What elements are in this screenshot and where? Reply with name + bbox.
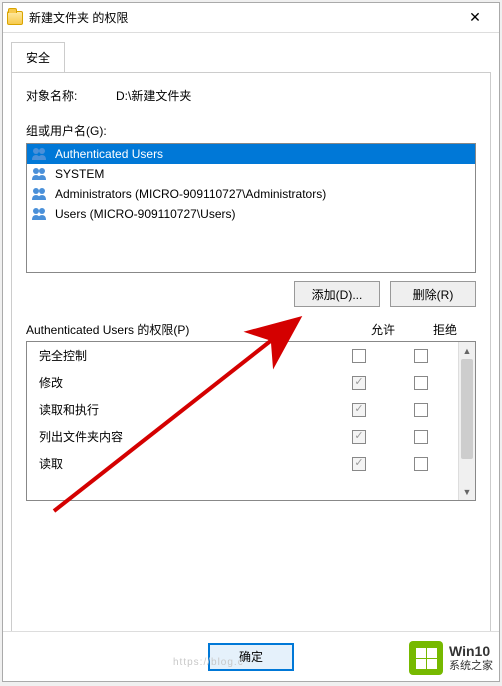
object-name-value: D:\新建文件夹 <box>116 87 191 104</box>
permissions-list: 完全控制修改读取和执行列出文件夹内容读取 ▲ ▼ <box>26 341 476 501</box>
users-icon <box>31 147 49 161</box>
permission-name: 列出文件夹内容 <box>39 428 328 445</box>
watermark-text: Win10 系统之家 <box>449 643 493 673</box>
allow-checkbox <box>352 430 366 444</box>
column-deny: 拒绝 <box>414 321 476 338</box>
users-icon <box>31 207 49 221</box>
list-item[interactable]: Administrators (MICRO-909110727\Administ… <box>27 184 475 204</box>
tab-security[interactable]: 安全 <box>11 42 65 73</box>
deny-checkbox[interactable] <box>414 430 428 444</box>
close-icon: ✕ <box>469 9 481 26</box>
deny-checkbox[interactable] <box>414 457 428 471</box>
scroll-up-icon[interactable]: ▲ <box>459 342 475 359</box>
deny-checkbox[interactable] <box>414 349 428 363</box>
security-panel: 对象名称: D:\新建文件夹 组或用户名(G): Authenticated U… <box>11 72 491 632</box>
watermark-logo-icon <box>409 641 443 675</box>
allow-checkbox[interactable] <box>352 349 366 363</box>
list-item-label: Authenticated Users <box>55 147 163 161</box>
permission-name: 修改 <box>39 374 328 391</box>
permissions-header: Authenticated Users 的权限(P) <box>26 321 352 338</box>
close-button[interactable]: ✕ <box>455 4 495 32</box>
allow-checkbox <box>352 403 366 417</box>
permission-row: 列出文件夹内容 <box>27 423 458 450</box>
scroll-thumb[interactable] <box>461 359 473 459</box>
list-item-label: SYSTEM <box>55 167 104 181</box>
column-allow: 允许 <box>352 321 414 338</box>
list-item[interactable]: SYSTEM <box>27 164 475 184</box>
permission-name: 完全控制 <box>39 347 328 364</box>
permission-row: 读取 <box>27 450 458 477</box>
permission-row: 修改 <box>27 369 458 396</box>
permission-row: 读取和执行 <box>27 396 458 423</box>
object-name-label: 对象名称: <box>26 87 116 104</box>
list-item-label: Administrators (MICRO-909110727\Administ… <box>55 187 326 201</box>
allow-checkbox <box>352 457 366 471</box>
folder-icon <box>7 11 23 25</box>
permission-row: 完全控制 <box>27 342 458 369</box>
watermark-line1: Win10 <box>449 643 493 660</box>
scrollbar[interactable]: ▲ ▼ <box>458 342 475 500</box>
scroll-down-icon[interactable]: ▼ <box>459 483 475 500</box>
groups-listbox[interactable]: Authenticated Users SYSTEM Administrators … <box>26 143 476 273</box>
list-item[interactable]: Authenticated Users <box>27 144 475 164</box>
tab-strip: 安全 <box>3 33 499 72</box>
list-item[interactable]: Users (MICRO-909110727\Users) <box>27 204 475 224</box>
watermark-url: https://blog.c <box>173 657 244 668</box>
users-icon <box>31 187 49 201</box>
window-title: 新建文件夹 的权限 <box>29 9 455 26</box>
watermark-line2: 系统之家 <box>449 660 493 673</box>
titlebar: 新建文件夹 的权限 ✕ <box>3 3 499 33</box>
list-item-label: Users (MICRO-909110727\Users) <box>55 207 236 221</box>
deny-checkbox[interactable] <box>414 403 428 417</box>
add-button[interactable]: 添加(D)... <box>294 281 380 307</box>
permission-name: 读取和执行 <box>39 401 328 418</box>
watermark: Win10 系统之家 <box>409 641 493 675</box>
scroll-track[interactable] <box>459 359 475 483</box>
groups-label: 组或用户名(G): <box>26 122 476 139</box>
remove-button[interactable]: 删除(R) <box>390 281 476 307</box>
permission-name: 读取 <box>39 455 328 472</box>
allow-checkbox <box>352 376 366 390</box>
permissions-dialog: 新建文件夹 的权限 ✕ 安全 对象名称: D:\新建文件夹 组或用户名(G): … <box>2 2 500 682</box>
deny-checkbox[interactable] <box>414 376 428 390</box>
users-icon <box>31 167 49 181</box>
